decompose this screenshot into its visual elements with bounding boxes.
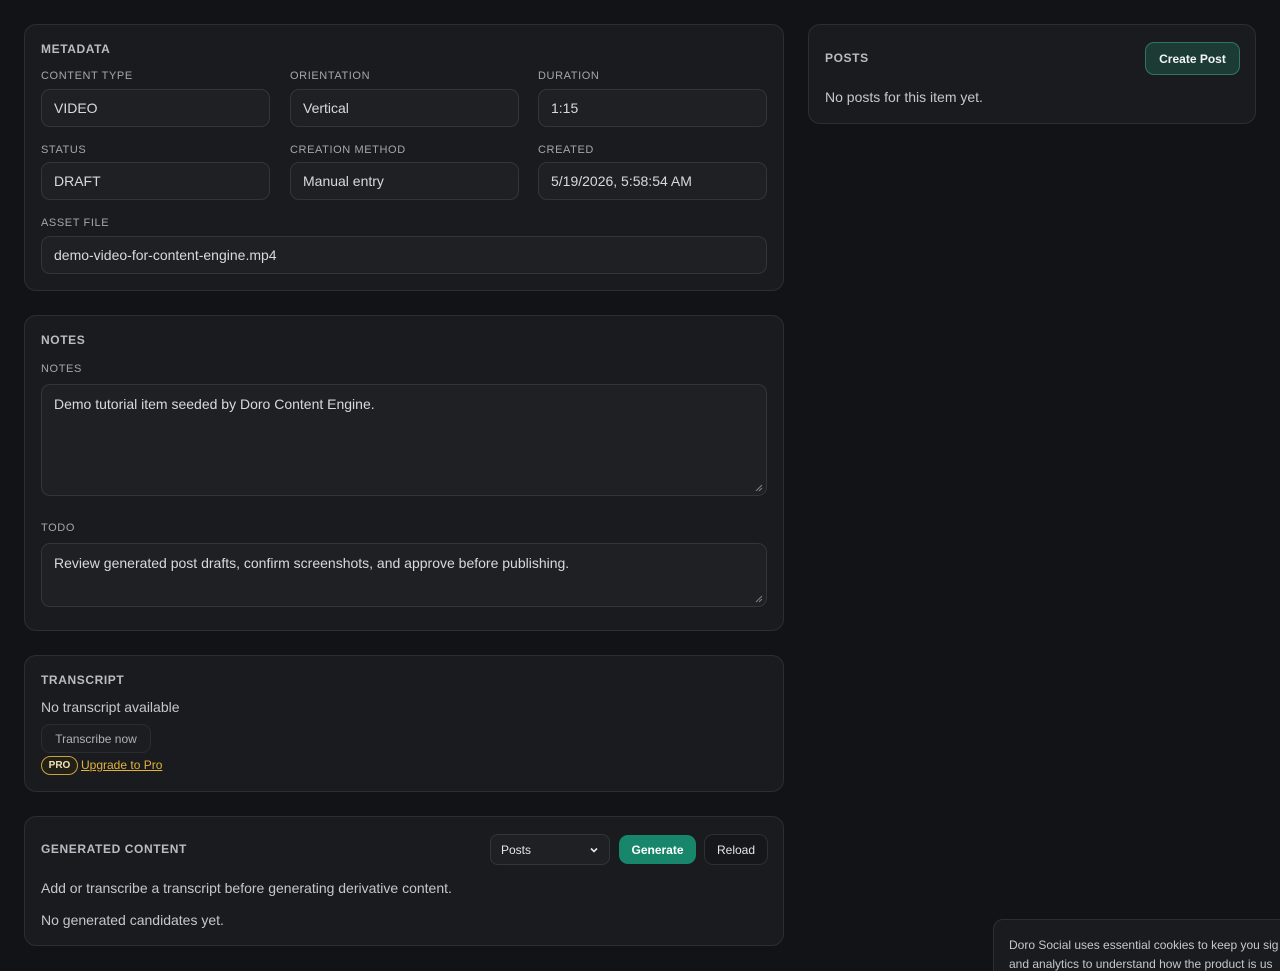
generated-hint: Add or transcribe a transcript before ge… (41, 880, 452, 896)
created-label: CREATED (538, 144, 594, 156)
generated-content-title: GENERATED CONTENT (41, 842, 187, 856)
chevron-down-icon (590, 847, 598, 853)
todo-label: TODO (41, 522, 75, 534)
notes-value: Demo tutorial item seeded by Doro Conten… (54, 396, 375, 412)
cookie-banner: Doro Social uses essential cookies to ke… (993, 919, 1280, 971)
cookie-text-line-2: and analytics to understand how the prod… (1009, 957, 1273, 971)
todo-value: Review generated post drafts, confirm sc… (54, 555, 570, 571)
notes-label: NOTES (41, 363, 82, 375)
content-type-label: CONTENT TYPE (41, 70, 133, 82)
orientation-field[interactable]: Vertical (290, 89, 519, 127)
content-type-select[interactable]: Posts (490, 834, 610, 865)
transcript-title: TRANSCRIPT (41, 673, 125, 687)
duration-field[interactable]: 1:15 (538, 89, 767, 127)
notes-card: NOTES NOTES Demo tutorial item seeded by… (24, 315, 784, 631)
content-type-field[interactable]: VIDEO (41, 89, 270, 127)
todo-textarea[interactable]: Review generated post drafts, confirm sc… (41, 543, 767, 607)
generated-empty: No generated candidates yet. (41, 912, 224, 928)
status-field[interactable]: DRAFT (41, 162, 270, 200)
content-type-value: VIDEO (54, 100, 98, 116)
asset-file-field[interactable]: demo-video-for-content-engine.mp4 (41, 236, 767, 274)
transcript-status: No transcript available (41, 699, 180, 715)
posts-title: POSTS (825, 51, 869, 65)
duration-label: DURATION (538, 70, 600, 82)
orientation-label: ORIENTATION (290, 70, 371, 82)
transcribe-now-button[interactable]: Transcribe now (41, 724, 151, 753)
status-value: DRAFT (54, 173, 101, 189)
posts-empty: No posts for this item yet. (825, 89, 983, 105)
resize-grip-icon[interactable] (755, 595, 763, 603)
create-post-button[interactable]: Create Post (1145, 42, 1240, 75)
metadata-title: METADATA (41, 42, 111, 56)
content-type-select-value: Posts (501, 842, 532, 857)
creation-method-field[interactable]: Manual entry (290, 162, 519, 200)
asset-file-value: demo-video-for-content-engine.mp4 (54, 247, 277, 263)
reload-button[interactable]: Reload (704, 834, 768, 865)
metadata-card: METADATA CONTENT TYPE VIDEO ORIENTATION … (24, 24, 784, 291)
cookie-text-line-1: Doro Social uses essential cookies to ke… (1009, 938, 1279, 952)
transcript-card: TRANSCRIPT No transcript available Trans… (24, 655, 784, 792)
created-field[interactable]: 5/19/2026, 5:58:54 AM (538, 162, 767, 200)
pro-badge: PRO (41, 756, 78, 775)
creation-method-label: CREATION METHOD (290, 144, 406, 156)
asset-file-label: ASSET FILE (41, 217, 110, 229)
upgrade-to-pro-link[interactable]: Upgrade to Pro (81, 758, 162, 772)
status-label: STATUS (41, 144, 87, 156)
creation-method-value: Manual entry (303, 173, 384, 189)
posts-card: POSTS Create Post No posts for this item… (808, 24, 1256, 124)
orientation-value: Vertical (303, 100, 349, 116)
notes-textarea[interactable]: Demo tutorial item seeded by Doro Conten… (41, 384, 767, 496)
notes-title: NOTES (41, 333, 86, 347)
generated-content-card: GENERATED CONTENT Posts Generate Reload … (24, 816, 784, 946)
generate-button[interactable]: Generate (619, 835, 696, 864)
created-value: 5/19/2026, 5:58:54 AM (551, 173, 692, 189)
duration-value: 1:15 (551, 100, 579, 116)
resize-grip-icon[interactable] (755, 484, 763, 492)
